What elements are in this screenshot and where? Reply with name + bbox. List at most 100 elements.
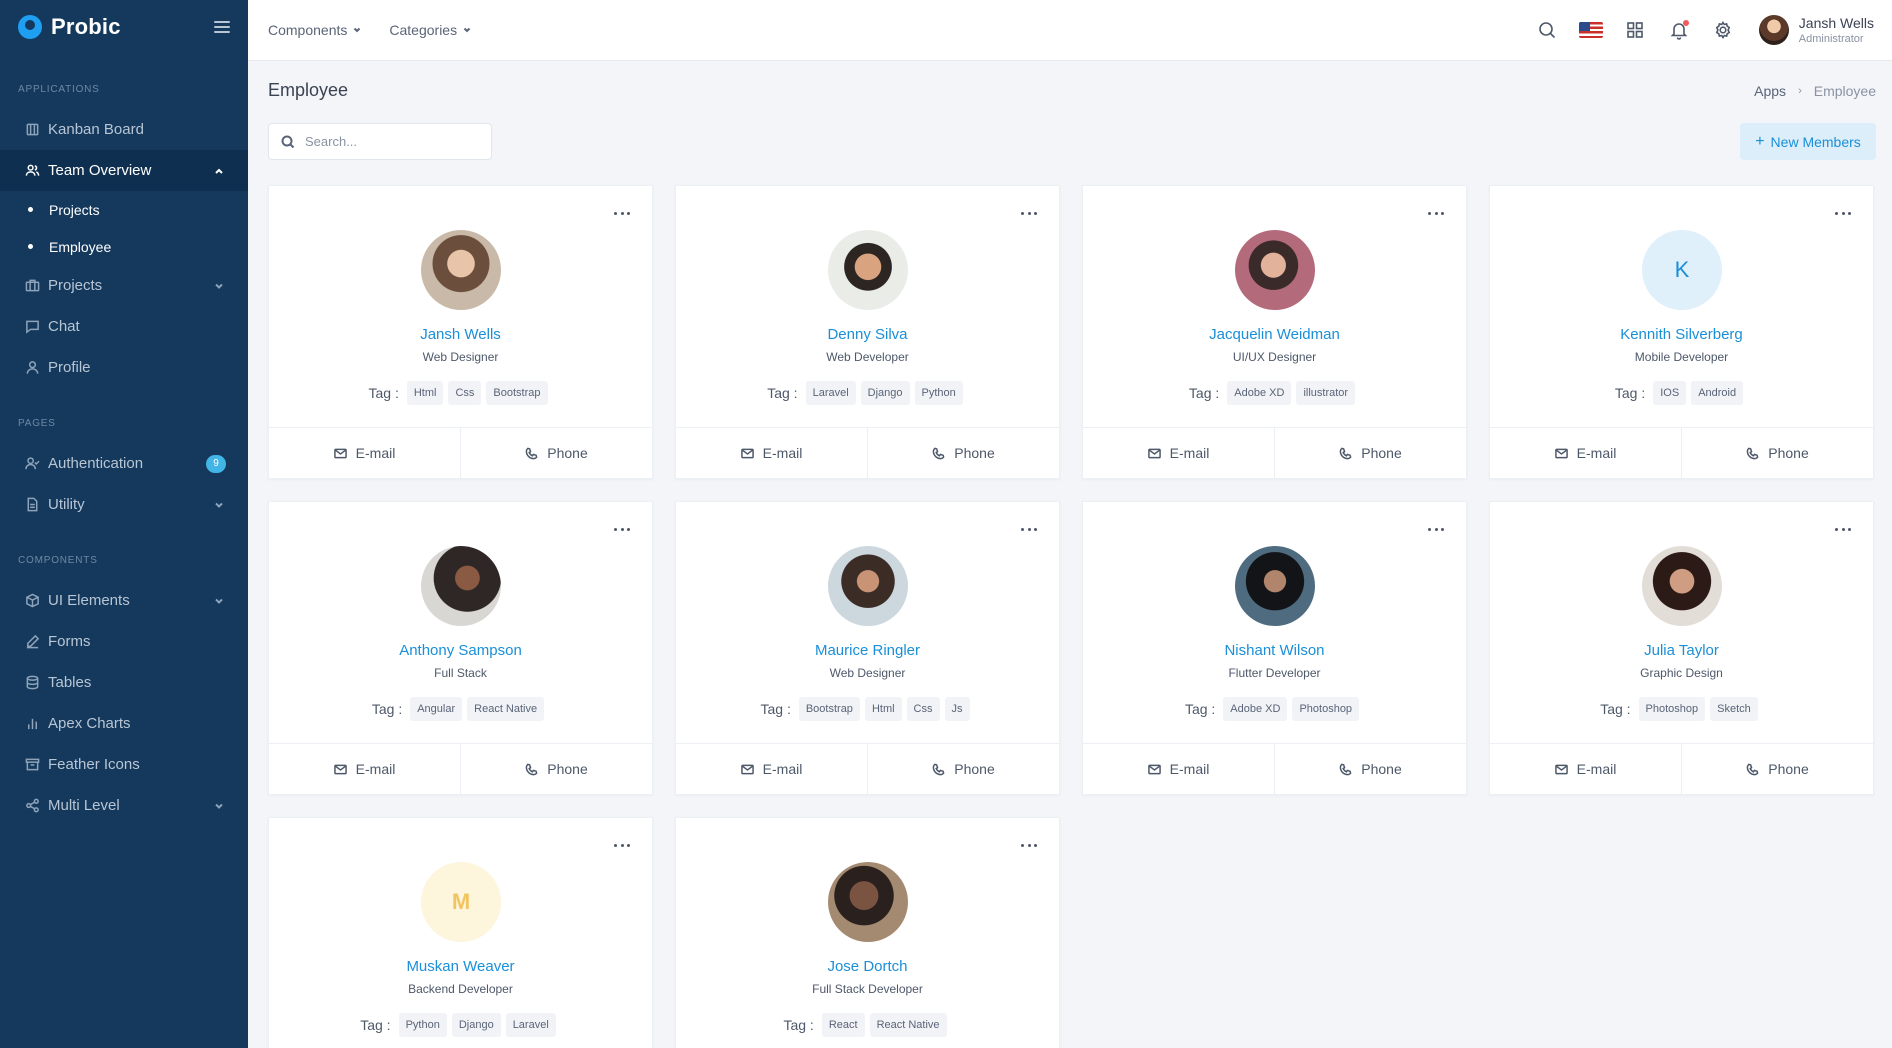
email-label: E-mail — [1169, 761, 1210, 777]
more-options-icon[interactable] — [1021, 208, 1037, 218]
sidebar-item-feather-icons[interactable]: Feather Icons — [0, 744, 248, 785]
user-icon — [24, 360, 40, 376]
phone-label: Phone — [1768, 761, 1809, 777]
avatar-initial: K — [1642, 230, 1722, 310]
tag-list: Tag : React React Native — [676, 1013, 1059, 1037]
email-button[interactable]: E-mail — [1083, 428, 1274, 478]
sidebar-item-label: Forms — [48, 633, 91, 650]
menu-toggle-icon[interactable] — [214, 21, 230, 33]
bar-chart-icon — [24, 716, 40, 732]
more-options-icon[interactable] — [1428, 524, 1444, 534]
gear-icon[interactable] — [1701, 8, 1745, 52]
phone-button[interactable]: Phone — [867, 428, 1059, 478]
sidebar-item-projects[interactable]: Projects — [0, 265, 248, 306]
tag: Css — [448, 381, 482, 405]
language-flag-icon[interactable] — [1569, 8, 1613, 52]
employee-name[interactable]: Kennith Silverberg — [1490, 326, 1873, 343]
bullet-icon — [28, 244, 33, 249]
employee-name[interactable]: Muskan Weaver — [269, 958, 652, 975]
tag-label: Tag : — [767, 385, 798, 401]
phone-button[interactable]: Phone — [1274, 428, 1466, 478]
nav-categories-dropdown[interactable]: Categories — [389, 22, 471, 38]
search-input[interactable] — [305, 134, 475, 149]
tag-list: Tag : Python Django Laravel — [269, 1013, 652, 1037]
tag-list: Tag : Laravel Django Python — [676, 381, 1059, 405]
phone-button[interactable]: Phone — [460, 428, 652, 478]
employee-name[interactable]: Jansh Wells — [269, 326, 652, 343]
topbar-actions: Jansh Wells Administrator — [1525, 8, 1892, 52]
employee-name[interactable]: Julia Taylor — [1490, 642, 1873, 659]
sidebar-item-tables[interactable]: Tables — [0, 662, 248, 703]
nav-label: Components — [268, 22, 348, 38]
more-options-icon[interactable] — [1021, 840, 1037, 850]
more-options-icon[interactable] — [614, 524, 630, 534]
sidebar-item-label: Tables — [48, 674, 92, 691]
more-options-icon[interactable] — [1428, 208, 1444, 218]
employee-name[interactable]: Maurice Ringler — [676, 642, 1059, 659]
tag: Adobe XD — [1223, 697, 1288, 721]
tag-list: Tag : Adobe XD Photoshop — [1083, 697, 1466, 721]
sidebar-item-label: UI Elements — [48, 592, 130, 609]
mail-icon — [740, 448, 754, 458]
sidebar-item-apex-charts[interactable]: Apex Charts — [0, 703, 248, 744]
email-button[interactable]: E-mail — [676, 428, 867, 478]
phone-button[interactable]: Phone — [1681, 428, 1873, 478]
phone-button[interactable]: Phone — [460, 744, 652, 794]
sidebar-item-label: Kanban Board — [48, 121, 144, 138]
more-options-icon[interactable] — [1021, 524, 1037, 534]
bell-icon[interactable] — [1657, 8, 1701, 52]
mail-icon — [333, 448, 347, 458]
nav-components-dropdown[interactable]: Components — [268, 22, 361, 38]
archive-icon — [24, 757, 40, 773]
file-icon — [24, 497, 40, 513]
breadcrumb-apps-link[interactable]: Apps — [1754, 83, 1786, 99]
phone-button[interactable]: Phone — [1274, 744, 1466, 794]
user-menu[interactable]: Jansh Wells Administrator — [1758, 15, 1874, 45]
sidebar-item-forms[interactable]: Forms — [0, 621, 248, 662]
employee-name[interactable]: Anthony Sampson — [269, 642, 652, 659]
avatar — [421, 230, 501, 310]
share-icon — [24, 798, 40, 814]
top-nav: Components Categories — [248, 22, 499, 38]
search-icon[interactable] — [1525, 8, 1569, 52]
more-options-icon[interactable] — [614, 208, 630, 218]
apps-grid-icon[interactable] — [1613, 8, 1657, 52]
phone-button[interactable]: Phone — [867, 744, 1059, 794]
sidebar-item-profile[interactable]: Profile — [0, 347, 248, 388]
edit-icon — [24, 634, 40, 650]
email-button[interactable]: E-mail — [1490, 428, 1681, 478]
sidebar-item-kanban[interactable]: Kanban Board — [0, 109, 248, 150]
more-options-icon[interactable] — [1835, 524, 1851, 534]
sidebar-item-team-overview[interactable]: Team Overview — [0, 150, 248, 191]
email-label: E-mail — [762, 445, 803, 461]
sidebar-item-authentication[interactable]: Authentication 9 — [0, 443, 248, 484]
sidebar-item-multi-level[interactable]: Multi Level — [0, 785, 248, 826]
tag-label: Tag : — [1600, 701, 1631, 717]
sidebar-item-ui-elements[interactable]: UI Elements — [0, 580, 248, 621]
search-icon — [281, 135, 295, 148]
tag: Python — [398, 1013, 447, 1037]
more-options-icon[interactable] — [614, 840, 630, 850]
phone-button[interactable]: Phone — [1681, 744, 1873, 794]
tag: Sketch — [1710, 697, 1758, 721]
email-button[interactable]: E-mail — [269, 428, 460, 478]
tag: illustrator — [1296, 381, 1356, 405]
phone-icon — [525, 763, 538, 775]
employee-role: UI/UX Designer — [1232, 350, 1317, 364]
employee-name[interactable]: Nishant Wilson — [1083, 642, 1466, 659]
email-button[interactable]: E-mail — [1490, 744, 1681, 794]
sidebar-subitem-projects[interactable]: Projects — [0, 191, 248, 228]
email-button[interactable]: E-mail — [269, 744, 460, 794]
sidebar-subitem-employee[interactable]: Employee — [0, 228, 248, 265]
employee-name[interactable]: Denny Silva — [676, 326, 1059, 343]
sidebar-item-chat[interactable]: Chat — [0, 306, 248, 347]
email-button[interactable]: E-mail — [1083, 744, 1274, 794]
sidebar-item-utility[interactable]: Utility — [0, 484, 248, 525]
employee-name[interactable]: Jose Dortch — [676, 958, 1059, 975]
email-label: E-mail — [355, 761, 396, 777]
new-members-button[interactable]: + New Members — [1740, 123, 1876, 160]
email-button[interactable]: E-mail — [676, 744, 867, 794]
employee-name[interactable]: Jacquelin Weidman — [1083, 326, 1466, 343]
sidebar-item-label: Multi Level — [48, 797, 120, 814]
more-options-icon[interactable] — [1835, 208, 1851, 218]
